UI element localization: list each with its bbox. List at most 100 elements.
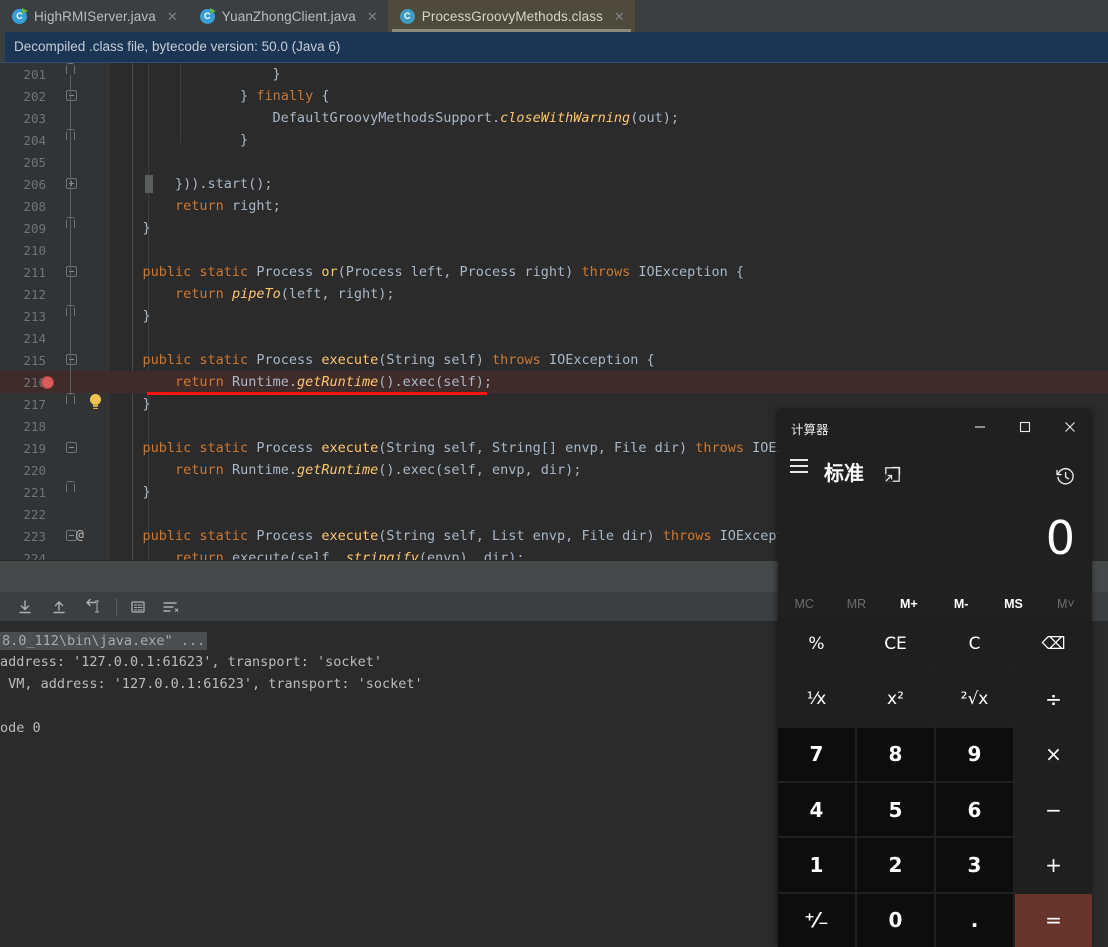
code-text: public static Process or(Process left, P… [142, 264, 745, 280]
calc-key-backspace[interactable]: ⌫ [1015, 617, 1092, 671]
code-line[interactable]: 202 } finally { [0, 85, 1108, 107]
memory-key-m-[interactable]: M- [935, 589, 987, 619]
editor-tab-2[interactable]: C YuanZhongClient.java ✕ [188, 0, 388, 32]
memory-key-m+[interactable]: M+ [883, 589, 935, 619]
soft-wrap-icon[interactable] [84, 598, 102, 616]
line-number: 219 [23, 441, 46, 456]
hamburger-menu-icon[interactable] [788, 455, 810, 477]
code-line[interactable]: 210 [0, 239, 1108, 261]
fold-collapse-icon[interactable] [66, 90, 77, 101]
calc-key-add[interactable]: + [1015, 838, 1092, 892]
calc-key-percent[interactable]: % [778, 617, 855, 671]
filter-icon[interactable] [161, 598, 179, 616]
fold-collapse-icon[interactable] [66, 266, 77, 277]
calc-key-subtract[interactable]: − [1015, 782, 1092, 837]
code-line[interactable]: 212 return pipeTo(left, right); [0, 283, 1108, 305]
memory-key-ms[interactable]: MS [987, 589, 1039, 619]
breakpoint-marker[interactable] [41, 376, 54, 389]
code-line[interactable]: 206 })).start(); [0, 173, 1108, 195]
code-text: })).start(); [110, 176, 273, 192]
keep-on-top-icon[interactable] [884, 466, 901, 483]
calc-key-one[interactable]: 1 [778, 838, 855, 892]
code-line[interactable]: 209 } [0, 217, 1108, 239]
code-text: DefaultGroovyMethodsSupport.closeWithWar… [110, 110, 679, 126]
tab-close-icon[interactable]: ✕ [167, 10, 178, 23]
minimize-button[interactable] [957, 411, 1002, 443]
memory-key-m: M˅ [1056, 597, 1075, 611]
java-file-icon: C [199, 7, 216, 24]
code-text: return right; [175, 198, 281, 214]
calc-key-square-root[interactable]: ²√x [936, 672, 1013, 726]
fold-region-line [70, 75, 71, 395]
code-text: } [110, 66, 281, 82]
calc-key-nine[interactable]: 9 [936, 727, 1013, 781]
fold-collapse-icon[interactable] [66, 442, 77, 453]
calc-key-seven[interactable]: 7 [778, 727, 855, 781]
calculator-nav-bar: 标准 [778, 443, 1092, 489]
calc-key-square[interactable]: x² [857, 672, 934, 726]
console-line: VM, address: '127.0.0.1:61623', transpor… [0, 676, 423, 692]
code-text: return pipeTo(left, right); [175, 286, 395, 302]
memory-key-mc: MC [794, 597, 814, 611]
calculator-keypad: % CE C ⌫ ¹⁄x x² ²√x ÷ 7 8 9 × 4 5 6− 1 2 3 + ⁺⁄₋ 0. = [778, 617, 1092, 947]
calc-key-clear-entry[interactable]: CE [857, 617, 934, 671]
calc-key-negate[interactable]: ⁺⁄₋ [778, 893, 855, 947]
code-text: public static Process execute(String sel… [142, 352, 655, 368]
line-number: 221 [23, 485, 46, 500]
calc-key-decimal-point[interactable]: . [936, 893, 1013, 947]
code-line[interactable]: 216 return Runtime.getRuntime().exec(sel… [0, 371, 1108, 393]
code-text: } finally { [240, 88, 330, 104]
tab-close-icon[interactable]: ✕ [367, 10, 378, 23]
print-icon[interactable] [129, 598, 147, 616]
maximize-button[interactable] [1002, 411, 1047, 443]
tab-close-icon[interactable]: ✕ [614, 10, 625, 23]
fold-end-icon[interactable] [66, 481, 75, 492]
code-line[interactable]: 213 } [0, 305, 1108, 327]
code-line[interactable]: 208 return right; [0, 195, 1108, 217]
decompiled-notice-banner: Decompiled .class file, bytecode version… [0, 32, 1108, 63]
calc-key-multiply[interactable]: × [1015, 727, 1092, 781]
history-icon[interactable] [1055, 466, 1076, 487]
editor-tab-3[interactable]: C ProcessGroovyMethods.class ✕ [387, 0, 635, 32]
calc-key-reciprocal[interactable]: ¹⁄x [778, 672, 855, 726]
code-line[interactable]: 214 [0, 327, 1108, 349]
calc-key-four[interactable]: 4 [778, 782, 855, 837]
calc-key-divide[interactable]: ÷ [1015, 672, 1092, 726]
fold-expand-icon[interactable] [66, 178, 77, 189]
fold-end-icon[interactable] [66, 393, 75, 404]
calc-key-three[interactable]: 3 [936, 838, 1013, 892]
line-number: 216 [23, 375, 46, 390]
annotation-gutter-icon[interactable]: @ [76, 528, 84, 543]
scroll-down-icon[interactable] [16, 598, 34, 616]
code-text: return execute(self, stringify(envp), di… [175, 550, 525, 560]
calc-key-clear[interactable]: C [936, 617, 1013, 671]
memory-key-mr: MR [846, 597, 867, 611]
line-number: 217 [23, 397, 46, 412]
line-number: 202 [23, 89, 46, 104]
calc-key-two[interactable]: 2 [857, 838, 934, 892]
code-line[interactable]: 201 } [0, 63, 1108, 85]
code-line[interactable]: 204 } [0, 129, 1108, 151]
close-button[interactable] [1047, 411, 1092, 443]
code-line[interactable]: 203 DefaultGroovyMethodsSupport.closeWit… [0, 107, 1108, 129]
console-line: 8.0_112\bin\java.exe" ... [0, 632, 208, 650]
calc-key-eight[interactable]: 8 [857, 727, 934, 781]
line-number: 201 [23, 67, 46, 82]
code-text: public static Process execute(String sel… [142, 528, 810, 544]
code-line[interactable]: 211 public static Process or(Process lef… [0, 261, 1108, 283]
code-line[interactable]: 215 public static Process execute(String… [0, 349, 1108, 371]
display-value: 0 [1045, 511, 1075, 565]
editor-tab-1[interactable]: C HighRMIServer.java ✕ [0, 0, 188, 32]
calc-key-five[interactable]: 5 [857, 782, 934, 837]
code-line[interactable]: 205 [0, 151, 1108, 173]
fold-collapse-icon[interactable] [66, 354, 77, 365]
line-number: 213 [23, 309, 46, 324]
calc-key-zero[interactable]: 0 [857, 893, 934, 947]
scroll-up-icon[interactable] [50, 598, 68, 616]
calculator-title-bar[interactable]: 计算器 [778, 411, 1092, 443]
fold-end-icon[interactable] [66, 63, 75, 74]
console-line: address: '127.0.0.1:61623', transport: '… [0, 654, 383, 670]
editor-tab-bar: C HighRMIServer.java ✕ C YuanZhongClient.jav… [0, 0, 1108, 32]
calc-key-equals[interactable]: = [1015, 893, 1092, 947]
calc-key-six[interactable]: 6 [936, 782, 1013, 837]
